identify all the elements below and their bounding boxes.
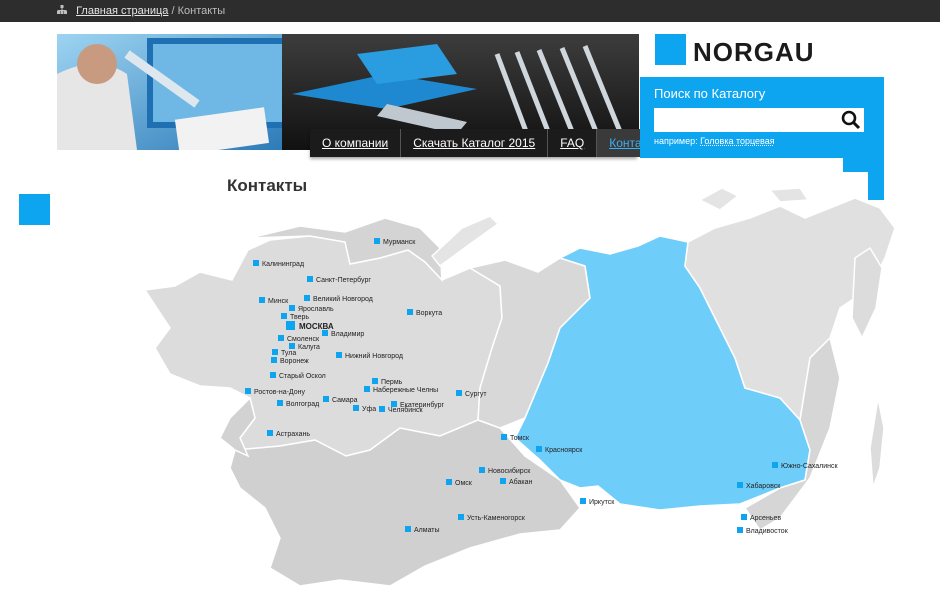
city-veliky-novgorod: Великий Новгород bbox=[304, 295, 373, 303]
region-sakhalin bbox=[869, 397, 885, 489]
city-label: Хабаровск bbox=[746, 482, 781, 490]
city-moscow: МОСКВА bbox=[286, 321, 334, 331]
city-irkutsk: Иркутск bbox=[580, 498, 615, 506]
region-new-siberian-islands bbox=[768, 187, 810, 203]
region-west bbox=[143, 235, 503, 457]
city-label: Владивосток bbox=[746, 528, 789, 535]
city-label: Астрахань bbox=[276, 431, 310, 438]
city-label: Калуга bbox=[298, 344, 320, 351]
city-label: Владимир bbox=[331, 331, 364, 338]
logo-square bbox=[655, 34, 686, 65]
city-label: Минск bbox=[268, 298, 289, 305]
city-label: Великий Новгород bbox=[313, 295, 373, 303]
city-nizhny-novgorod: Нижний Новгород bbox=[336, 352, 403, 360]
city-arsenyev: Арсеньев bbox=[741, 514, 781, 522]
regions-map: Мурманск Калининград Санкт-Петербург Мин… bbox=[143, 187, 896, 587]
city-rostov-on-don: Ростов-на-Дону bbox=[245, 388, 305, 396]
city-label: Калининград bbox=[262, 261, 304, 268]
city-label: Уфа bbox=[362, 406, 376, 413]
breadcrumb-separator: / bbox=[171, 5, 175, 17]
breadcrumb-home-link[interactable]: Главная страница bbox=[76, 5, 168, 17]
search-icon bbox=[841, 110, 861, 130]
brand-logo[interactable]: NORGAU bbox=[655, 34, 885, 68]
search-title: Поиск по Каталогу bbox=[654, 86, 766, 101]
city-label: Воркута bbox=[416, 310, 442, 317]
city-label: Воронеж bbox=[280, 358, 309, 365]
city-label: Ярославль bbox=[298, 306, 334, 313]
city-label: Арсеньев bbox=[750, 515, 781, 522]
city-label: Усть-Каменогорск bbox=[467, 515, 526, 522]
city-label: Абакан bbox=[509, 478, 533, 486]
nav-download-catalog[interactable]: Скачать Каталог 2015 bbox=[401, 129, 549, 157]
city-label: Красноярск bbox=[545, 447, 583, 454]
city-label: Ростов-на-Дону bbox=[254, 389, 305, 396]
catalog-search-panel: Поиск по Каталогу например: Головка торц… bbox=[640, 77, 884, 158]
city-label: Сургут bbox=[465, 391, 487, 398]
breadcrumb: Главная страница / Контакты bbox=[56, 5, 225, 17]
city-naberezhnye-chelny: Набережные Челны bbox=[364, 386, 438, 394]
sitemap-icon bbox=[57, 5, 67, 14]
top-bar: Главная страница / Контакты bbox=[0, 0, 940, 22]
logo-text: NORGAU bbox=[693, 37, 815, 67]
contacts-map: Мурманск Калининград Санкт-Петербург Мин… bbox=[140, 187, 900, 598]
city-stary-oskol: Старый Оскол bbox=[270, 372, 326, 380]
main-nav: О компании Скачать Каталог 2015 FAQ Конт… bbox=[310, 129, 674, 157]
city-label: Тула bbox=[281, 350, 296, 357]
city-label: Южно-Сахалинск bbox=[781, 463, 839, 470]
city-label: Пермь bbox=[381, 379, 403, 386]
search-button[interactable] bbox=[840, 110, 862, 130]
city-label: Санкт-Петербург bbox=[316, 276, 371, 284]
city-saint-petersburg: Санкт-Петербург bbox=[307, 276, 371, 284]
city-label: Старый Оскол bbox=[279, 372, 326, 380]
search-hint-prefix: например: bbox=[654, 136, 698, 146]
city-label: Мурманск bbox=[383, 239, 416, 246]
city-yuzhno-sakhalinsk: Южно-Сахалинск bbox=[772, 462, 839, 470]
city-label: Томск bbox=[510, 435, 530, 442]
city-label: Челябинск bbox=[388, 406, 423, 414]
nav-about[interactable]: О компании bbox=[310, 129, 402, 157]
breadcrumb-current: Контакты bbox=[177, 5, 226, 17]
search-hint: например: Головка торцевая bbox=[654, 136, 775, 146]
city-label: Волгоград bbox=[286, 401, 319, 408]
city-label: Тверь bbox=[290, 314, 309, 321]
city-ust-kamenogorsk: Усть-Каменогорск bbox=[458, 514, 526, 522]
region-severnaya-zemlya bbox=[698, 187, 740, 211]
city-label: МОСКВА bbox=[299, 322, 334, 331]
city-label: Смоленск bbox=[287, 336, 320, 343]
city-label: Нижний Новгород bbox=[345, 352, 403, 360]
city-label: Алматы bbox=[414, 527, 440, 534]
city-label: Новосибирск bbox=[488, 467, 531, 475]
region-novaya-zemlya bbox=[430, 215, 500, 268]
city-vladivostok: Владивосток bbox=[737, 527, 789, 535]
nav-faq[interactable]: FAQ bbox=[548, 129, 598, 157]
search-hint-example[interactable]: Головка торцевая bbox=[700, 136, 775, 146]
region-kamchatka bbox=[851, 246, 883, 340]
search-input[interactable] bbox=[654, 108, 864, 132]
city-label: Иркутск bbox=[589, 499, 615, 506]
decor-square bbox=[19, 194, 50, 225]
city-label: Набережные Челны bbox=[373, 386, 438, 394]
city-label: Самара bbox=[332, 397, 358, 404]
city-label: Омск bbox=[455, 480, 473, 487]
